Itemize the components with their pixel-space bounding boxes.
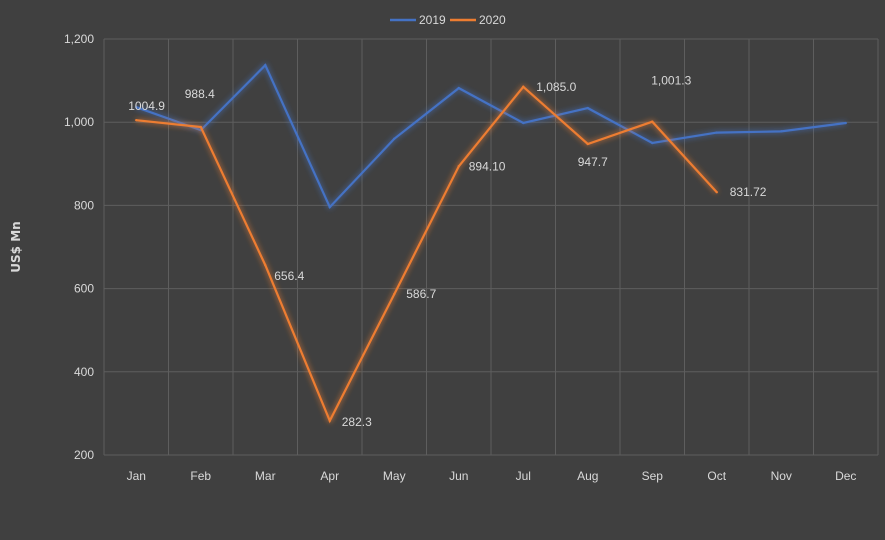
data-point-2020-jun[interactable]: [457, 165, 460, 168]
data-point-2019-jul[interactable]: [522, 121, 525, 125]
data-point-2019-dec[interactable]: [844, 121, 847, 125]
x-tick-label-oct: Oct: [707, 469, 726, 483]
x-axis-ticks: Jan Feb Mar Apr May Jun Jul Aug Sep Oct Nov Dec: [127, 469, 857, 483]
x-tick-label-aug: Aug: [577, 469, 598, 483]
y-tick-label: 400: [74, 365, 94, 379]
data-label-2020-jan: 1004.9: [128, 99, 165, 113]
x-tick-label-jun: Jun: [449, 469, 468, 483]
gridlines: [103, 38, 879, 456]
data-point-2019-oct[interactable]: [715, 131, 718, 134]
data-point-2020-jan[interactable]: [135, 118, 138, 122]
data-label-2020-may: 586.7: [406, 287, 436, 301]
data-point-2019-sep[interactable]: [651, 141, 654, 145]
line-chart: 2019 2020 US$ Mn 2004006008001,0001,200 …: [9, 13, 879, 483]
legend-item-2020[interactable]: 2020: [450, 13, 506, 27]
data-label-2020-jul: 1,085.0: [536, 80, 576, 94]
x-tick-label-feb: Feb: [190, 469, 211, 483]
y-tick-label: 1,200: [64, 32, 94, 46]
x-tick-label-mar: Mar: [255, 469, 276, 483]
data-point-2019-nov[interactable]: [780, 130, 783, 133]
data-label-2020-jun: 894.10: [469, 159, 506, 173]
data-label-2020-aug: 947.7: [578, 155, 608, 169]
data-labels: 1004.9 988.4 656.4 282.3 586.7 894.10 1,085.0 9…: [128, 74, 767, 429]
x-tick-label-may: May: [383, 469, 406, 483]
data-point-2020-jul[interactable]: [522, 85, 525, 89]
x-tick-label-apr: Apr: [320, 469, 339, 483]
data-point-2020-sep[interactable]: [651, 120, 654, 123]
x-tick-label-nov: Nov: [771, 469, 792, 483]
data-point-2020-apr[interactable]: [328, 419, 331, 422]
data-point-2019-jun[interactable]: [457, 86, 460, 90]
data-label-2020-apr: 282.3: [342, 415, 372, 429]
data-point-2020-oct[interactable]: [715, 191, 718, 194]
x-tick-label-jan: Jan: [127, 469, 146, 483]
x-tick-label-sep: Sep: [642, 469, 664, 483]
y-tick-label: 1,000: [64, 115, 94, 129]
y-tick-label: 200: [74, 448, 94, 462]
data-point-2019-mar[interactable]: [264, 64, 267, 67]
data-label-2020-sep: 1,001.3: [651, 74, 691, 88]
x-tick-label-dec: Dec: [835, 469, 856, 483]
y-tick-label: 800: [74, 198, 94, 212]
y-axis-title: US$ Mn: [9, 221, 23, 272]
legend-label-2020: 2020: [479, 13, 506, 27]
data-point-2020-mar[interactable]: [264, 263, 267, 267]
legend-label-2019: 2019: [419, 13, 446, 27]
data-point-2019-aug[interactable]: [586, 106, 589, 110]
x-tick-label-jul: Jul: [516, 469, 531, 483]
data-point-2019-apr[interactable]: [328, 205, 331, 209]
data-point-2020-aug[interactable]: [586, 142, 589, 146]
data-point-2020-may[interactable]: [393, 292, 396, 296]
y-tick-label: 600: [74, 282, 94, 296]
data-point-2020-feb[interactable]: [199, 125, 202, 129]
data-label-2020-oct: 831.72: [730, 185, 767, 199]
y-axis-ticks: 200 400 600 800 1,000 1,200: [64, 32, 94, 462]
legend-item-2019[interactable]: 2019: [390, 13, 446, 27]
legend: 2019 2020: [390, 13, 506, 27]
data-label-2020-mar: 656.4: [274, 269, 304, 283]
data-point-2019-may[interactable]: [393, 137, 396, 141]
data-label-2020-feb: 988.4: [185, 87, 215, 101]
